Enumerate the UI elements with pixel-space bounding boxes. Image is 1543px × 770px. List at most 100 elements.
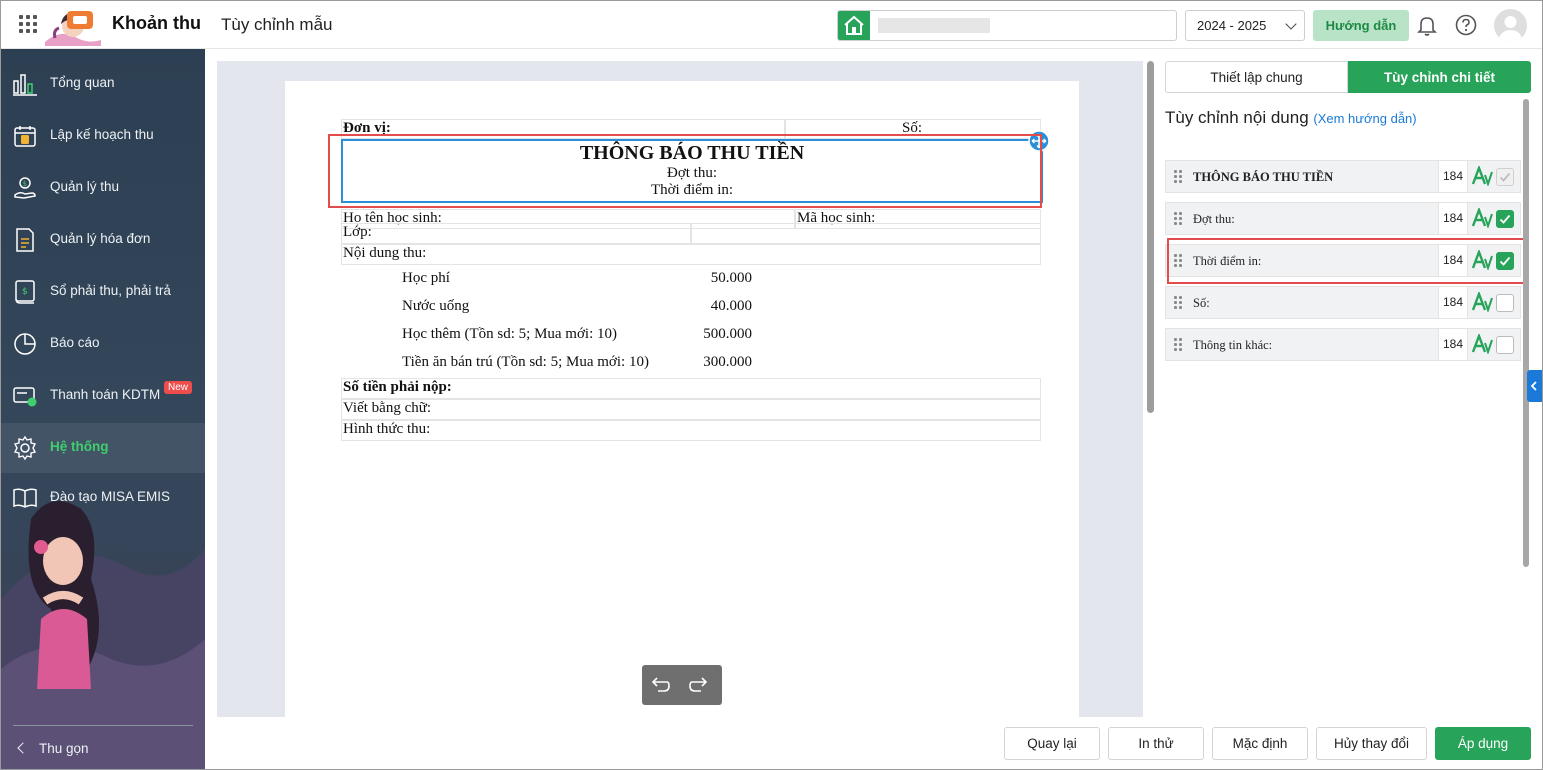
font-style-icon[interactable] xyxy=(1471,208,1493,228)
calendar-money-icon xyxy=(14,126,36,147)
panel-toggle-button[interactable] xyxy=(1527,370,1542,402)
field-row[interactable]: THÔNG BÁO THU TIỀN 184 xyxy=(1165,160,1521,193)
fee-name: Học thêm (Tồn sd: 5; Mua mới: 10) xyxy=(402,326,617,342)
collapse-sidebar-button[interactable]: Thu gọn xyxy=(17,741,89,756)
visibility-checkbox[interactable] xyxy=(1496,210,1514,228)
card-payment-icon xyxy=(13,387,37,407)
help-icon[interactable] xyxy=(1454,13,1478,37)
class-label: Lớp: xyxy=(341,223,691,244)
sidebar-item-he-thong[interactable]: Hệ thống xyxy=(1,423,205,473)
font-style-icon[interactable] xyxy=(1471,334,1493,354)
document-preview: Đơn vị: Số: Họ tên học sinh: Mã học sinh… xyxy=(217,61,1143,717)
sidebar-item-bao-cao[interactable]: Báo cáo xyxy=(1,319,205,369)
drag-handle-icon[interactable] xyxy=(1174,170,1182,184)
sidebar-item-tong-quan[interactable]: Tổng quan xyxy=(1,59,205,109)
drag-handle-icon[interactable] xyxy=(1174,212,1182,226)
visibility-checkbox[interactable] xyxy=(1496,294,1514,312)
app-grid-icon[interactable] xyxy=(19,15,37,33)
app-logo xyxy=(45,11,101,46)
school-year-select[interactable]: 2024 - 2025 xyxy=(1185,10,1305,41)
ledger-icon: $ xyxy=(15,280,35,304)
guide-link[interactable]: (Xem hướng dẫn) xyxy=(1313,111,1416,126)
svg-text:$: $ xyxy=(23,180,27,188)
undo-redo-toolbar xyxy=(642,665,722,705)
sidebar-item-lap-ke-hoach-thu[interactable]: Lập kế hoạch thu xyxy=(1,111,205,161)
field-row[interactable]: Số: 184 xyxy=(1165,286,1521,319)
chevron-left-icon xyxy=(17,742,29,754)
default-button[interactable]: Mặc định xyxy=(1212,727,1308,760)
sidebar-item-quan-ly-thu[interactable]: $ Quản lý thu xyxy=(1,163,205,213)
field-label: THÔNG BÁO THU TIỀN xyxy=(1193,170,1334,184)
class-value-cell xyxy=(691,223,1041,244)
hand-money-icon: $ xyxy=(14,177,36,199)
font-size-value[interactable]: 184 xyxy=(1438,161,1468,192)
row-highlight-box xyxy=(1167,238,1525,284)
school-selector[interactable] xyxy=(837,10,1177,41)
undo-icon[interactable] xyxy=(648,673,672,697)
content-label: Nội dung thu: xyxy=(341,244,1041,265)
chevron-left-icon xyxy=(1530,381,1537,391)
new-badge: New xyxy=(164,381,193,394)
sidebar-item-dao-tao[interactable]: Đào tạo MISA EMIS xyxy=(1,473,205,523)
print-test-button[interactable]: In thử xyxy=(1108,727,1204,760)
panel-heading-text: Tùy chỉnh nội dung xyxy=(1165,108,1309,127)
sidebar-illustration xyxy=(1,501,205,769)
sidebar-item-label: Thanh toán KDTM xyxy=(50,387,161,402)
book-icon xyxy=(13,488,37,508)
fee-amount: 500.000 xyxy=(703,326,752,342)
field-row[interactable]: Đợt thu: 184 xyxy=(1165,202,1521,235)
total-label: Số tiền phải nộp: xyxy=(341,378,1041,399)
sidebar-item-label: Hệ thống xyxy=(50,439,109,454)
sidebar-item-so-phai-thu[interactable]: $ Sổ phải thu, phải trả xyxy=(1,267,205,317)
school-home-icon xyxy=(838,11,870,40)
sidebar-item-thanh-toan-kdtm[interactable]: Thanh toán KDTM xyxy=(1,371,205,421)
preview-scrollbar[interactable] xyxy=(1147,61,1154,413)
sidebar-item-quan-ly-hoa-don[interactable]: Quản lý hóa đơn xyxy=(1,215,205,265)
school-year-value: 2024 - 2025 xyxy=(1197,18,1267,33)
invoice-icon xyxy=(16,228,34,252)
school-name-redacted xyxy=(878,18,990,33)
sidebar-item-label: Lập kế hoạch thu xyxy=(50,127,154,142)
field-label: Đợt thu: xyxy=(1193,212,1235,226)
field-label: Thông tin khác: xyxy=(1193,338,1273,352)
fee-name: Học phí xyxy=(402,270,450,286)
font-style-icon[interactable] xyxy=(1471,166,1493,186)
fee-amount: 300.000 xyxy=(703,354,752,370)
apply-button[interactable]: Áp dụng xyxy=(1435,727,1531,760)
user-avatar[interactable] xyxy=(1494,9,1527,42)
tab-detail-customize[interactable]: Tùy chỉnh chi tiết xyxy=(1348,61,1531,93)
tab-general-settings[interactable]: Thiết lập chung xyxy=(1165,61,1348,93)
sidebar-item-label: Quản lý hóa đơn xyxy=(50,231,151,246)
guide-button[interactable]: Hướng dẫn xyxy=(1313,10,1409,41)
drag-handle-icon[interactable] xyxy=(1174,296,1182,310)
back-button[interactable]: Quay lại xyxy=(1004,727,1100,760)
fee-name: Nước uống xyxy=(402,298,470,314)
font-size-value[interactable]: 184 xyxy=(1438,203,1468,234)
font-size-value[interactable]: 184 xyxy=(1438,329,1468,360)
sidebar-item-label: Đào tạo MISA EMIS xyxy=(50,489,171,504)
payment-method-label: Hình thức thu: xyxy=(341,420,1041,441)
font-style-icon[interactable] xyxy=(1471,292,1493,312)
chart-icon xyxy=(13,74,37,96)
sidebar-item-label: Sổ phải thu, phải trả xyxy=(50,283,171,298)
field-label: Số: xyxy=(1193,296,1210,310)
sidebar-divider xyxy=(13,725,193,726)
sidebar-item-label: Tổng quan xyxy=(50,75,115,90)
font-size-value[interactable]: 184 xyxy=(1438,287,1468,318)
drag-handle-icon[interactable] xyxy=(1174,338,1182,352)
visibility-checkbox xyxy=(1496,168,1514,186)
visibility-checkbox[interactable] xyxy=(1496,336,1514,354)
chevron-down-icon xyxy=(1285,18,1297,30)
redo-icon[interactable] xyxy=(687,673,711,697)
fee-amount: 50.000 xyxy=(710,270,752,286)
sidebar-item-label: Quản lý thu xyxy=(50,179,120,194)
app-window: Khoản thu Tùy chỉnh mẫu 2024 - 2025 Hướn… xyxy=(0,0,1543,770)
gear-icon xyxy=(13,435,37,461)
app-title: Khoản thu xyxy=(112,13,201,33)
field-row[interactable]: Thông tin khác: 184 xyxy=(1165,328,1521,361)
svg-text:$: $ xyxy=(22,287,28,297)
bell-icon[interactable] xyxy=(1415,13,1439,37)
panel-heading: Tùy chỉnh nội dung (Xem hướng dẫn) xyxy=(1165,108,1417,128)
cancel-changes-button[interactable]: Hủy thay đổi xyxy=(1316,727,1427,760)
panel-scrollbar[interactable] xyxy=(1523,99,1529,567)
